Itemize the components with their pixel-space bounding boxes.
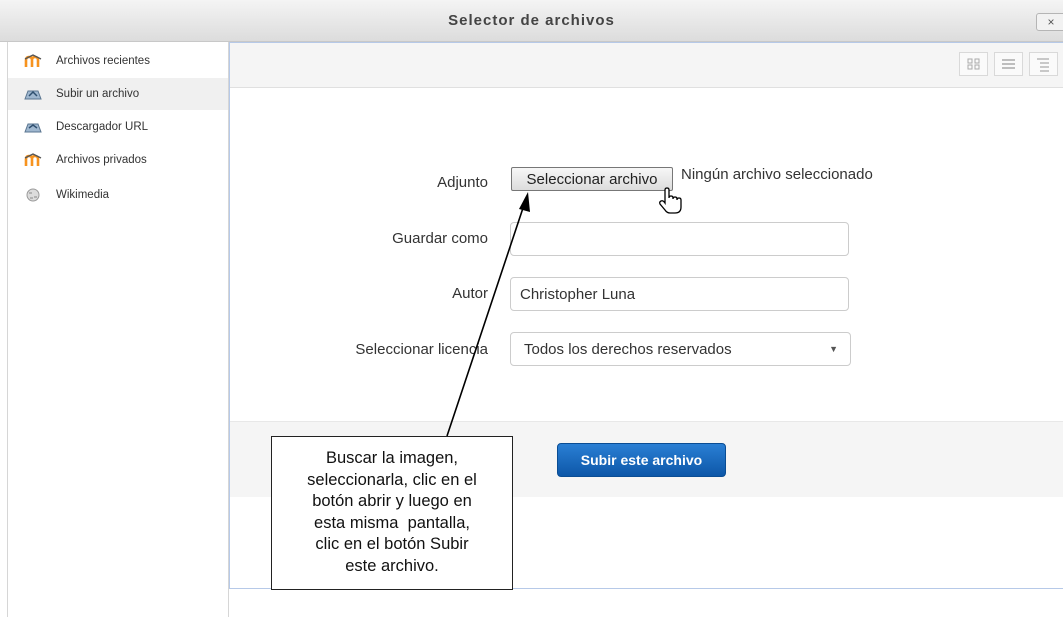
hand-cursor-icon: [659, 187, 682, 214]
sidebar-item-label: Descargador URL: [56, 121, 149, 133]
upload-file-button[interactable]: Subir este archivo: [557, 443, 726, 477]
attachment-label: Adjunto: [437, 174, 488, 191]
sidebar-item-wikimedia[interactable]: Wikimedia: [8, 179, 228, 211]
save-as-label: Guardar como: [392, 230, 488, 247]
license-label: Seleccionar licencia: [355, 341, 488, 358]
url-repository-icon: [24, 123, 42, 133]
sidebar-item-label: Archivos recientes: [56, 55, 150, 67]
icons-view-icon: [967, 58, 980, 70]
list-view-button[interactable]: [994, 52, 1023, 76]
callout-line: esta misma pantalla,: [314, 513, 470, 532]
view-toolbar: [230, 43, 1063, 88]
instruction-callout: Buscar la imagen, seleccionarla, clic en…: [271, 436, 513, 590]
author-label: Autor: [452, 285, 488, 302]
callout-line: Buscar la imagen,: [325, 449, 459, 467]
tree-view-icon: [1037, 58, 1049, 72]
callout-line: seleccionarla, clic en el: [307, 470, 477, 489]
callout-line: este archivo.: [345, 556, 439, 575]
list-view-icon: [1002, 59, 1015, 69]
sidebar-item-recent-files[interactable]: Archivos recientes: [8, 45, 228, 77]
dialog-titlebar: Selector de archivos ×: [0, 0, 1063, 42]
callout-line: botón abrir y luego en: [312, 492, 472, 511]
icons-view-button[interactable]: [959, 52, 988, 76]
sidebar-item-upload-file[interactable]: Subir un archivo: [8, 78, 228, 110]
choose-file-button[interactable]: Seleccionar archivo: [511, 167, 673, 191]
sidebar-item-url-downloader[interactable]: Descargador URL: [8, 111, 228, 143]
close-icon: ×: [1047, 15, 1055, 29]
license-selected-value: Todos los derechos reservados: [524, 341, 732, 358]
wikimedia-icon: [26, 188, 40, 202]
sidebar-item-label: Wikimedia: [56, 189, 110, 201]
close-button[interactable]: ×: [1036, 13, 1063, 31]
sidebar-item-label: Archivos privados: [56, 154, 147, 166]
file-status-text: Ningún archivo seleccionado: [681, 166, 873, 183]
chevron-down-icon: ▼: [829, 344, 838, 354]
repository-sidebar: Archivos recientes Subir un archivo Desc…: [7, 42, 229, 617]
sidebar-item-private-files[interactable]: Archivos privados: [8, 144, 228, 176]
upload-repository-icon: [24, 90, 42, 100]
author-input[interactable]: [510, 277, 849, 311]
save-as-input[interactable]: [510, 222, 849, 256]
sidebar-item-label: Subir un archivo: [56, 88, 140, 100]
moodle-icon: [24, 153, 42, 166]
license-select[interactable]: Todos los derechos reservados ▼: [510, 332, 851, 366]
moodle-icon: [24, 54, 42, 67]
callout-line: clic en el botón Subir: [315, 535, 469, 554]
dialog-title: Selector de archivos: [448, 12, 615, 29]
tree-view-button[interactable]: [1029, 52, 1058, 76]
